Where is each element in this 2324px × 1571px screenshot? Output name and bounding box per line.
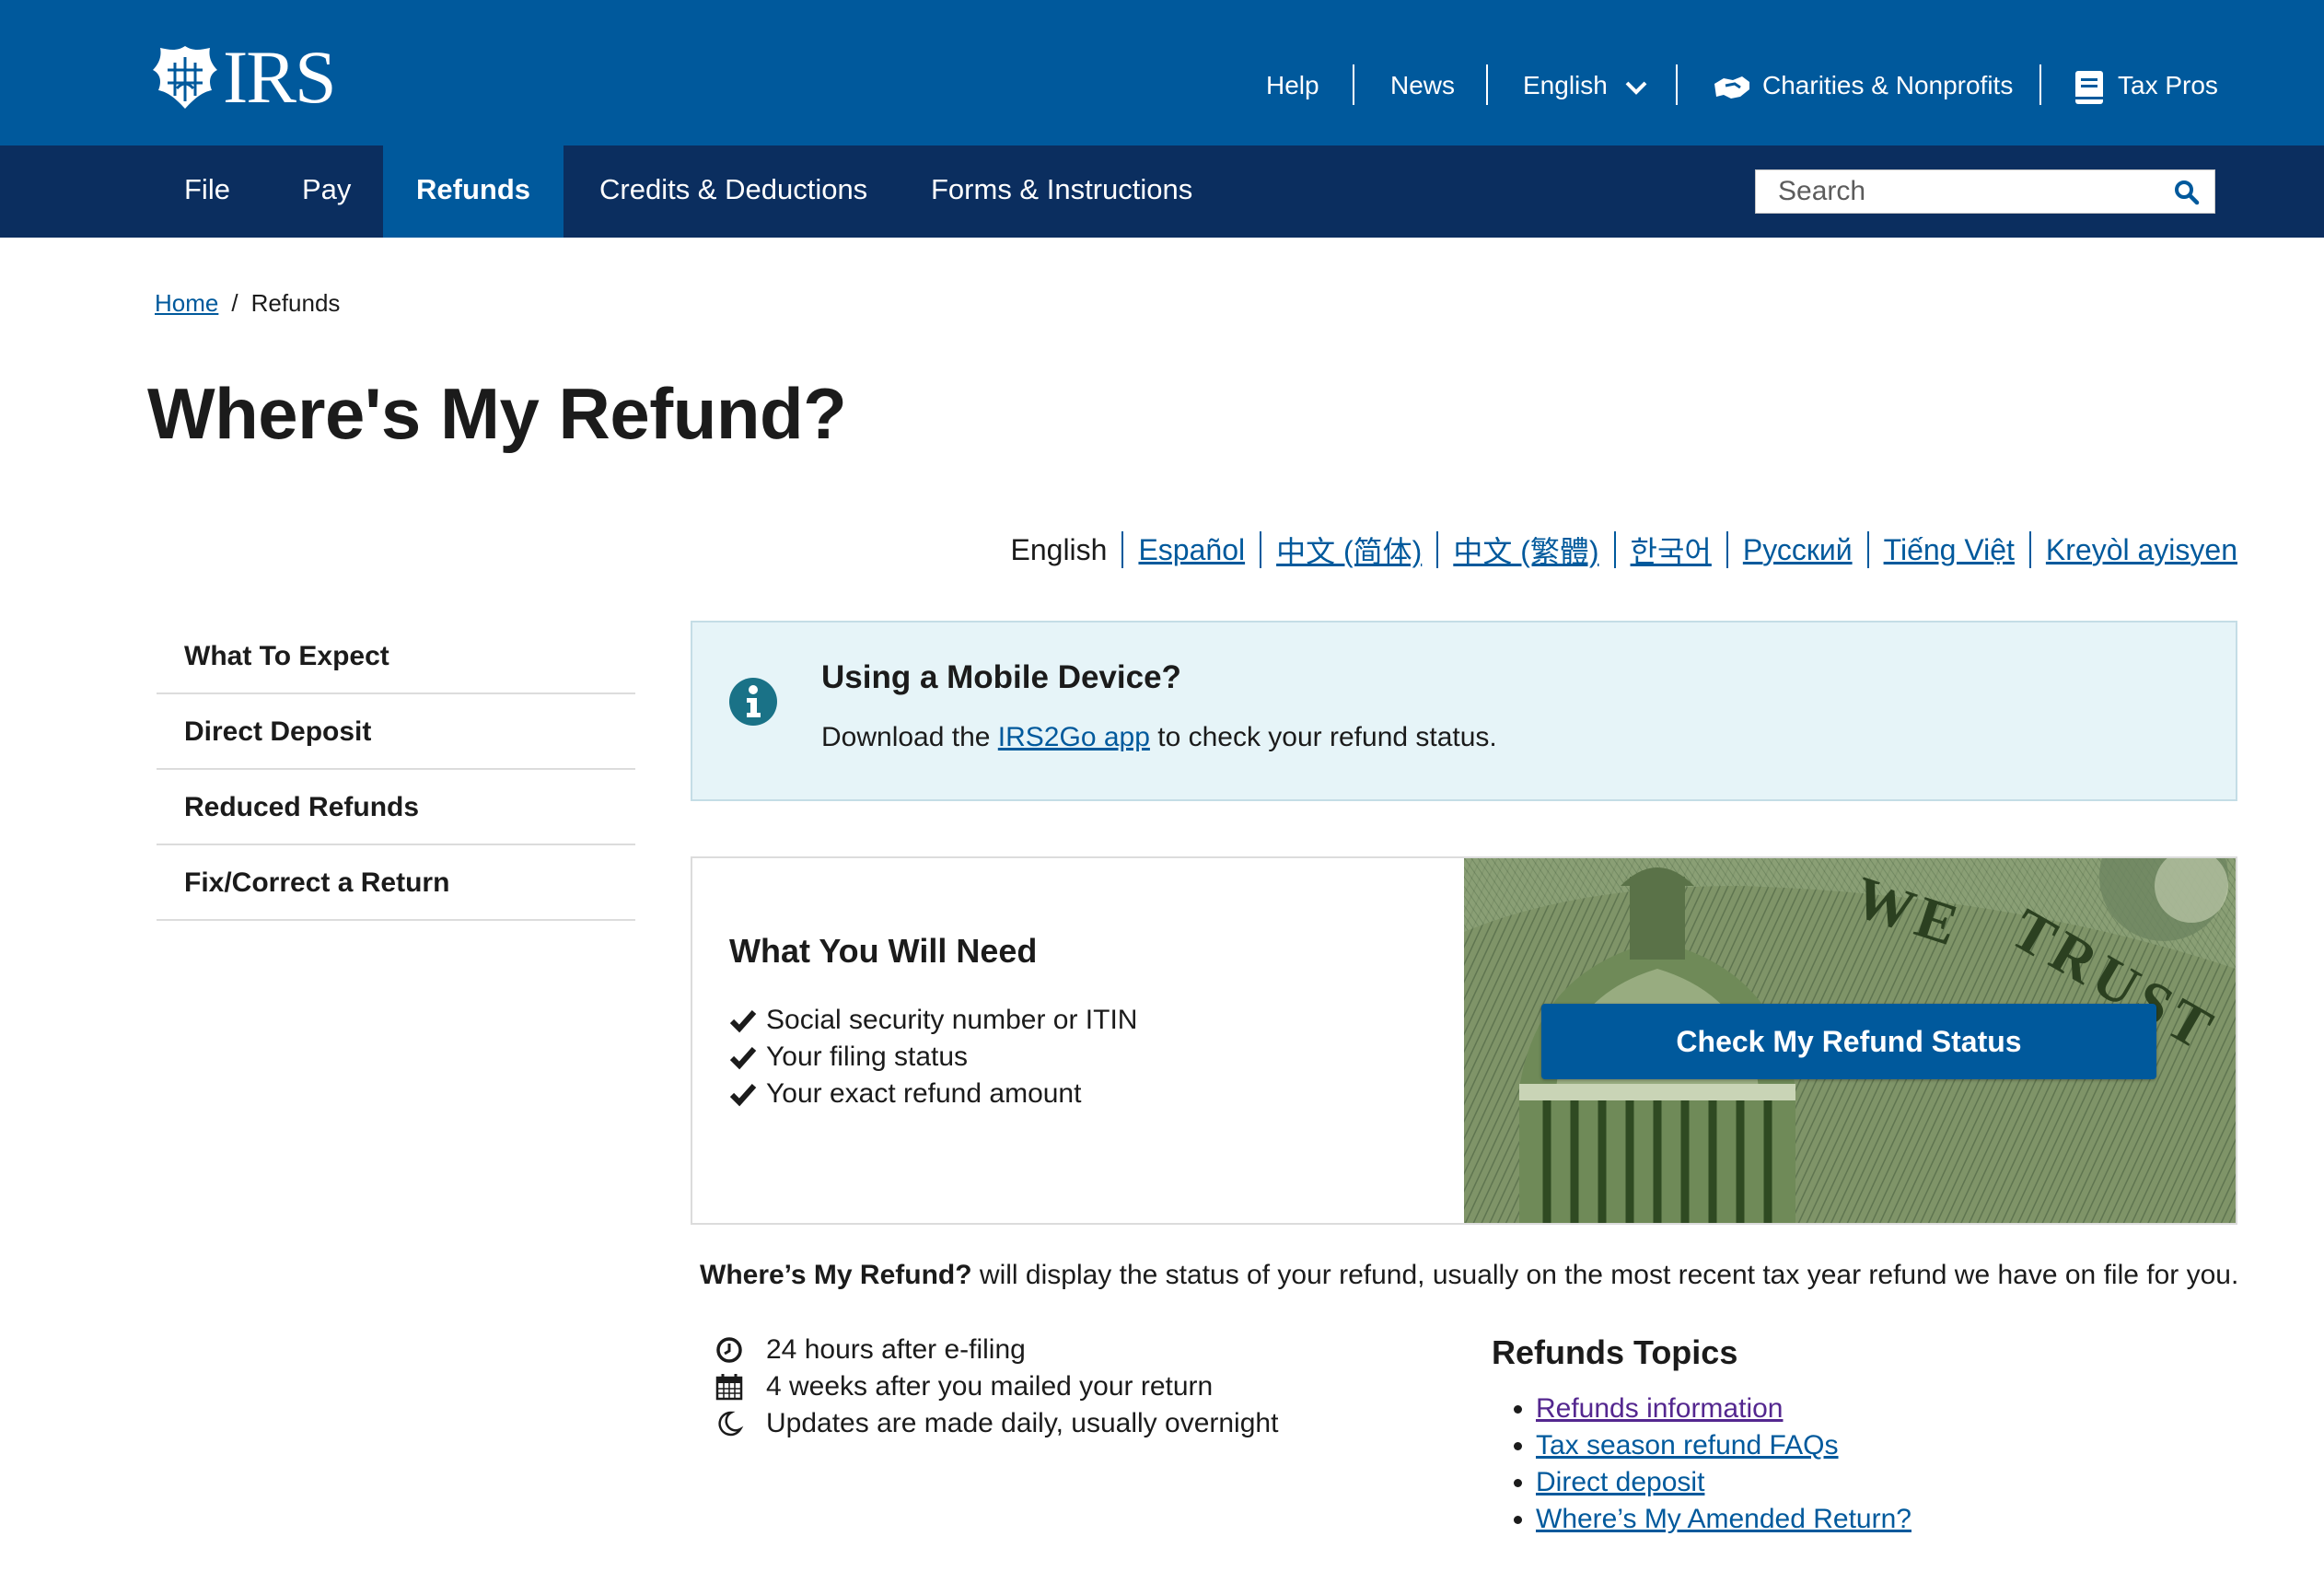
timeline-item: 24 hours after e-filing [715,1332,1278,1368]
language-link-haitian-creole[interactable]: Kreyòl ayisyen [2046,533,2237,567]
language-link-chinese-traditional[interactable]: 中文 (繁體) [1453,529,1598,571]
checkmark-icon [729,1010,757,1033]
language-current: English [1010,532,1108,566]
topics-heading: Refunds Topics [1492,1333,1738,1371]
utility-header: IRS Help News English Charities & Nonpro… [0,0,2324,145]
language-switcher: English Español 中文 (简体) 中文 (繁體) 한국어 Русс… [1010,529,2237,571]
info-icon [729,678,777,726]
moon-icon [718,1411,744,1437]
breadcrumb-separator: / [231,289,238,317]
utility-divider [2039,64,2041,105]
clock-icon [716,1337,742,1363]
breadcrumb-home-link[interactable]: Home [155,289,218,317]
language-link-chinese-simplified[interactable]: 中文 (简体) [1276,529,1422,571]
irs-logo[interactable]: IRS [149,35,337,119]
timeline-item: Updates are made daily, usually overnigh… [715,1405,1278,1442]
utility-divider [1676,64,1678,105]
irs2go-app-link[interactable]: IRS2Go app [998,722,1150,752]
requirement-item: Your exact refund amount [729,1076,1137,1112]
language-link-russian[interactable]: Русский [1743,533,1853,567]
checkmark-icon [729,1047,757,1070]
language-divider [1613,531,1616,568]
list-item: Refunds information [1536,1391,1911,1427]
breadcrumb: Home / Refunds [155,289,340,318]
charities-label: Charities & Nonprofits [1762,71,2014,99]
nav-credits-deductions[interactable]: Credits & Deductions [599,145,867,238]
alert-text: Download the IRS2Go app to check your re… [821,722,1497,753]
tax-pros-label: Tax Pros [2118,71,2218,99]
handshake-icon [1714,76,1749,99]
requirement-text: Your filing status [766,1042,969,1072]
news-link[interactable]: News [1390,64,1455,107]
language-divider [2028,531,2031,568]
topic-link-tax-season-faqs[interactable]: Tax season refund FAQs [1536,1430,1839,1460]
tax-pros-link[interactable]: Tax Pros [2074,64,2218,107]
requirement-text: Your exact refund amount [766,1078,1082,1109]
nav-forms-instructions[interactable]: Forms & Instructions [931,145,1192,238]
language-link-vietnamese[interactable]: Tiếng Việt [1884,533,2015,567]
charities-link[interactable]: Charities & Nonprofits [1713,64,2013,107]
list-item: Tax season refund FAQs [1536,1427,1911,1464]
sidebar-item-what-to-expect[interactable]: What To Expect [157,619,635,694]
topic-link-refunds-information[interactable]: Refunds information [1536,1393,1783,1424]
update-timeline: 24 hours after e-filing 4 weeks after yo… [715,1332,1278,1442]
help-link[interactable]: Help [1266,64,1319,107]
requirement-item: Social security number or ITIN [729,1002,1137,1039]
topic-link-amended-return[interactable]: Where’s My Amended Return? [1536,1504,1911,1534]
calendar-icon [715,1374,743,1401]
language-dropdown[interactable]: English [1523,64,1648,107]
requirement-item: Your filing status [729,1039,1137,1076]
language-divider [1436,531,1439,568]
what-you-need-card: What You Will Need Social security numbe… [691,856,2237,1225]
search-input[interactable]: Search [1755,169,2215,214]
nav-file[interactable]: File [184,145,230,238]
topics-list: Refunds information Tax season refund FA… [1492,1391,1911,1538]
book-icon [2075,70,2103,104]
list-item: Where’s My Amended Return? [1536,1501,1911,1538]
checkmark-icon [729,1084,757,1107]
language-dropdown-label: English [1523,71,1608,99]
breadcrumb-current: Refunds [250,289,341,317]
refunds-topics: Refunds Topics Refunds information Tax s… [1492,1333,1911,1538]
language-divider [1726,531,1728,568]
nav-pay[interactable]: Pay [302,145,351,238]
language-divider [1260,531,1262,568]
requirements-panel: What You Will Need Social security numbe… [729,932,1137,1112]
requirement-text: Social security number or ITIN [766,1005,1138,1035]
sidebar-nav: What To Expect Direct Deposit Reduced Re… [157,619,635,921]
timeline-text: 4 weeks after you mailed your return [766,1371,1214,1402]
description-bold: Where’s My Refund? [700,1260,972,1290]
page-title: Where's My Refund? [147,373,847,454]
chevron-down-icon [1625,81,1647,95]
mobile-device-alert: Using a Mobile Device? Download the IRS2… [691,621,2237,801]
language-divider [1866,531,1869,568]
utility-divider [1353,64,1354,105]
sidebar-item-reduced-refunds[interactable]: Reduced Refunds [157,770,635,845]
description-text: will display the status of your refund, … [971,1260,2239,1290]
eagle-logo-icon [153,46,217,109]
topic-link-direct-deposit[interactable]: Direct deposit [1536,1467,1704,1497]
timeline-text: 24 hours after e-filing [766,1334,1026,1365]
requirements-heading: What You Will Need [729,932,1038,970]
logo-text: IRS [223,35,337,119]
nav-refunds[interactable]: Refunds [383,145,564,238]
language-link-spanish[interactable]: Español [1138,533,1245,567]
capitol-currency-image: WE TRUST Check My Refund Status [1464,858,2236,1223]
list-item: Direct deposit [1536,1464,1911,1501]
language-link-korean[interactable]: 한국어 [1631,529,1712,571]
timeline-item: 4 weeks after you mailed your return [715,1368,1278,1405]
search-placeholder: Search [1778,176,1866,206]
refund-description: Where’s My Refund? will display the stat… [700,1260,2238,1291]
language-divider [1121,531,1124,568]
alert-text-before: Download the [821,722,998,752]
timeline-text: Updates are made daily, usually overnigh… [766,1408,1279,1438]
alert-text-after: to check your refund status. [1149,722,1497,752]
search-icon[interactable] [2174,180,2200,205]
sidebar-item-direct-deposit[interactable]: Direct Deposit [157,694,635,770]
alert-heading: Using a Mobile Device? [821,659,1181,695]
sidebar-item-fix-correct-return[interactable]: Fix/Correct a Return [157,845,635,921]
utility-divider [1486,64,1488,105]
check-refund-status-button[interactable]: Check My Refund Status [1541,1004,2156,1079]
